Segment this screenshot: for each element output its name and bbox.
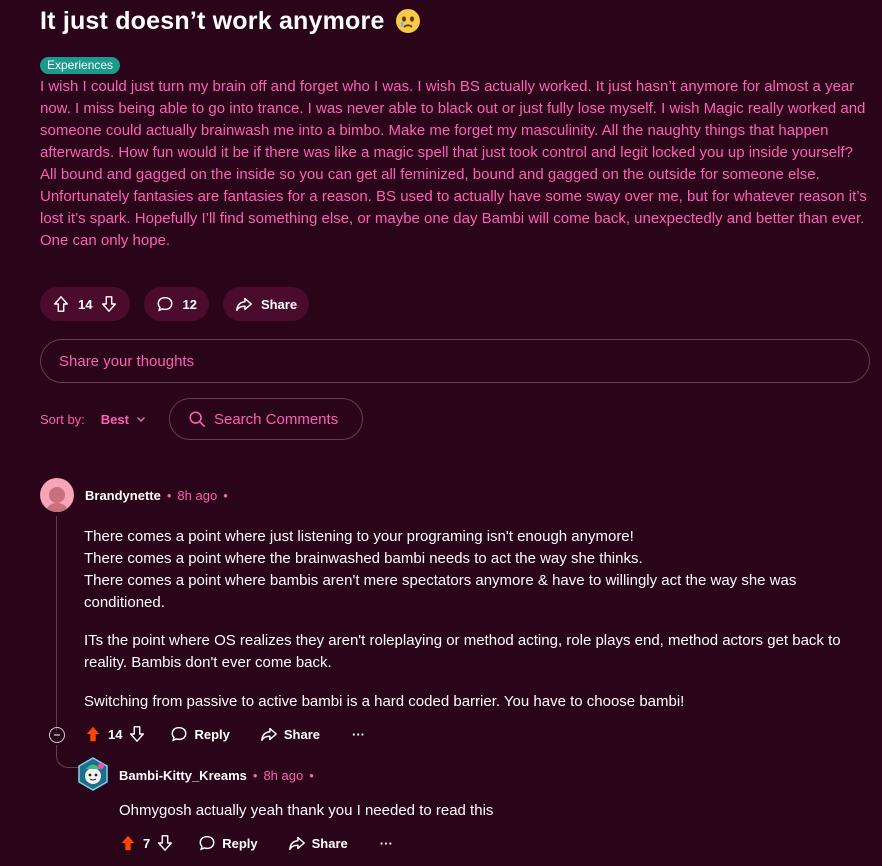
comment-body-paragraph: Switching from passive to active bambi i… [84,693,685,710]
reply-label: Reply [222,835,258,851]
search-icon [189,411,205,427]
comment-composer-placeholder: Share your thoughts [59,352,195,370]
share-arrow-icon [288,836,305,851]
post-body: I wish I could just turn my brain off an… [40,78,867,249]
comment-vote-group: 14 [84,725,146,743]
comment-bubble-icon [199,835,215,851]
sort-label: Sort by: [40,411,85,427]
comment-body-paragraph: ITs the point where OS realizes they are… [84,632,841,671]
comment-author[interactable]: Bambi-Kitty_Kreams [119,768,247,783]
post-title-row: It just doesn’t work anymore [40,2,421,40]
avatar[interactable] [77,757,109,791]
comment-body: Ohmygosh actually yeah thank you I neede… [119,802,494,819]
reply-button[interactable]: Reply [198,834,258,852]
share-label: Share [311,835,348,851]
collapse-thread-button[interactable] [49,727,65,743]
share-label: Share [283,726,321,742]
comment-timestamp: 8h ago [177,488,218,503]
post-vote-pill: 14 [40,287,131,321]
comment-vote-count: 7 [143,835,151,851]
upvote-filled-icon[interactable] [119,834,137,852]
comment-bubble-icon [171,726,187,742]
avatar[interactable] [40,478,74,512]
downvote-icon[interactable] [156,834,174,852]
post-comment-count: 12 [182,296,197,312]
more-options-button[interactable]: ··· [352,727,365,742]
crying-face-emoji-icon [395,8,421,34]
comment-bubble-icon [157,296,173,312]
share-button[interactable]: Share [288,834,348,852]
comment-meta: Bambi-Kitty_Kreams • 8h ago • [119,768,314,783]
downvote-icon[interactable] [100,295,118,313]
comment-composer[interactable]: Share your thoughts [40,339,870,383]
upvote-icon[interactable] [52,295,70,313]
sort-dropdown[interactable]: Best [101,412,147,427]
comment-timestamp: 8h ago [263,768,304,783]
post-comments-button[interactable]: 12 [144,287,209,321]
meta-separator: • [166,488,172,503]
meta-separator: • [309,768,314,783]
minus-icon [54,734,60,736]
post-title: It just doesn’t work anymore [40,6,385,35]
reply-label: Reply [194,726,230,742]
more-options-button[interactable]: ··· [380,836,393,851]
comment-actions: 14 Reply Share ··· [84,725,365,743]
reply-button[interactable]: Reply [170,725,230,743]
comment-vote-count: 14 [108,726,123,742]
sort-value: Best [100,411,129,427]
comment-actions: 7 Reply Share ··· [119,834,393,852]
share-arrow-icon [236,297,252,312]
meta-separator: • [223,488,228,503]
search-comments-placeholder: Search Comments [213,410,339,428]
comment-meta: Brandynette • 8h ago • [85,488,228,503]
post-share-label: Share [260,296,298,312]
chevron-down-icon [136,417,145,422]
post-share-button[interactable]: Share [222,287,310,321]
meta-separator: • [252,768,258,783]
search-comments-input[interactable]: Search Comments [168,398,363,440]
comment-body-paragraph: There comes a point where just listening… [84,528,797,611]
downvote-icon[interactable] [128,725,146,743]
post-flair[interactable]: Experiences [40,57,121,74]
share-arrow-icon [260,727,277,742]
comment-vote-group: 7 [119,834,174,852]
upvote-filled-icon[interactable] [84,725,102,743]
post-actions: 14 12 Share [40,287,310,321]
post-vote-count: 14 [78,296,93,312]
thread-line[interactable] [56,516,57,730]
share-button[interactable]: Share [260,725,320,743]
comment-author[interactable]: Brandynette [85,488,161,503]
sort-bar: Sort by: Best Search Comments [40,398,363,440]
